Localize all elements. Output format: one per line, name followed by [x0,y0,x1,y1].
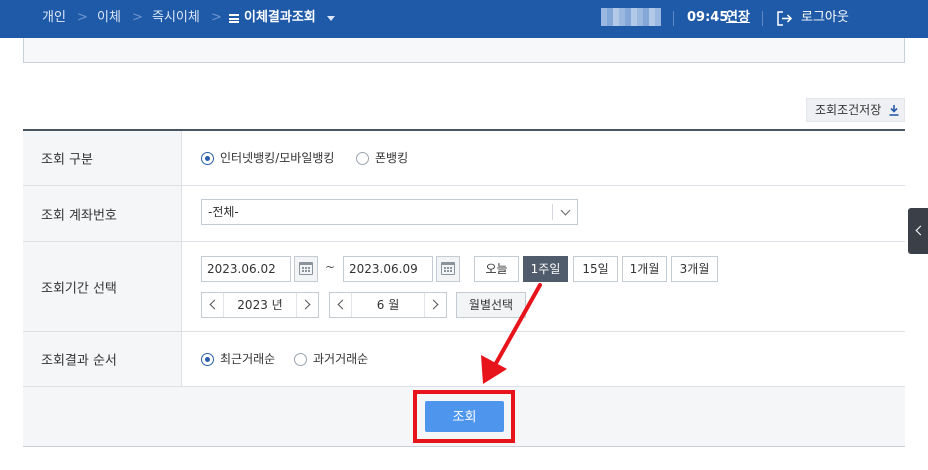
radio-label: 과거거래순 [313,352,369,366]
calendar-icon [299,262,313,275]
search-form: 조회 구분 인터넷뱅킹/모바일뱅킹 폰뱅킹 조회 계좌번호 -전체- 조회기간 … [23,129,905,387]
save-search-condition-button[interactable]: 조회조건저장 [806,98,905,122]
date-range-separator: ~ [325,260,336,274]
caret-down-icon[interactable] [327,16,335,21]
download-icon [889,105,899,116]
row-inquiry-type: 조회 구분 인터넷뱅킹/모바일뱅킹 폰뱅킹 [23,131,905,186]
breadcrumb-personal[interactable]: 개인 [42,0,66,38]
preset-15-days-button[interactable]: 15일 [573,256,618,282]
end-date-input[interactable]: 2023.06.09 [343,256,433,282]
radio-unchecked-icon [356,152,369,165]
inquiry-type-label: 조회 구분 [41,152,93,168]
logout-icon [777,11,793,26]
radio-unchecked-icon [294,353,307,366]
account-select[interactable]: -전체- [201,199,578,225]
start-date-value: 2023.06.02 [207,262,276,276]
row-period: 조회기간 선택 2023.06.02 ~ 2023.06.09 오늘 1주일 1… [23,242,905,332]
preset-today-button[interactable]: 오늘 [474,256,519,282]
preset-3-months-button[interactable]: 3개월 [671,256,718,282]
year-value: 2023 년 [237,298,283,312]
year-next-button[interactable] [296,293,318,317]
save-search-condition-label: 조회조건저장 [815,103,882,117]
month-prev-button[interactable] [330,293,352,317]
year-stepper: 2023 년 [201,292,319,318]
row-label-cell: 조회결과 순서 [23,332,182,386]
menu-icon[interactable] [229,14,239,23]
breadcrumb-separator: > [132,10,143,25]
radio-checked-icon [201,152,214,165]
month-value: 6 월 [376,298,400,312]
year-prev-button[interactable] [202,293,224,317]
radio-label: 인터넷뱅킹/모바일뱅킹 [220,151,335,165]
chevron-down-icon [560,205,571,216]
row-label-cell: 조회기간 선택 [23,242,182,331]
search-button[interactable]: 조회 [425,401,504,432]
breadcrumb-current-menu[interactable]: 이체결과조회 [244,0,316,38]
top-nav-bar: 개인 > 이체 > 즉시이체 > 이체결과조회 09:45 연장 로그아웃 [0,0,928,38]
radio-label: 최근거래순 [220,352,276,366]
divider [762,11,763,26]
account-select-value: -전체- [208,205,239,219]
session-timer: 09:45 [687,10,729,25]
divider [673,11,674,26]
session-extend-link[interactable]: 연장 [726,0,750,36]
end-date-value: 2023.06.09 [349,262,418,276]
breadcrumb-separator: > [77,10,88,25]
masked-user-name [601,8,661,26]
row-label-cell: 조회 계좌번호 [23,186,182,241]
month-stepper: 6 월 [329,292,447,318]
end-date-calendar-button[interactable] [436,256,460,282]
breadcrumb-transfer[interactable]: 이체 [97,0,121,38]
radio-checked-icon [201,353,214,366]
account-info-panel [23,38,905,63]
month-next-button[interactable] [424,293,446,317]
calendar-icon [441,262,455,275]
result-order-label: 조회결과 순서 [41,353,117,369]
start-date-input[interactable]: 2023.06.02 [201,256,291,282]
divider [552,204,553,220]
radio-label: 폰뱅킹 [375,151,409,165]
row-label-cell: 조회 구분 [23,131,182,185]
row-result-order: 조회결과 순서 최근거래순 과거거래순 [23,332,905,387]
preset-1-month-button[interactable]: 1개월 [622,256,667,282]
breadcrumb-instant-transfer[interactable]: 즉시이체 [152,0,200,38]
preset-1-week-button[interactable]: 1주일 [523,256,568,282]
month-select-button[interactable]: 월별선택 [456,292,526,318]
start-date-calendar-button[interactable] [294,256,318,282]
breadcrumb-separator: > [211,10,222,25]
logout-label: 로그아웃 [801,10,849,25]
side-panel-toggle[interactable] [908,208,928,254]
period-label: 조회기간 선택 [41,281,117,296]
row-account-number: 조회 계좌번호 -전체- [23,186,905,242]
account-number-label: 조회 계좌번호 [41,208,117,223]
